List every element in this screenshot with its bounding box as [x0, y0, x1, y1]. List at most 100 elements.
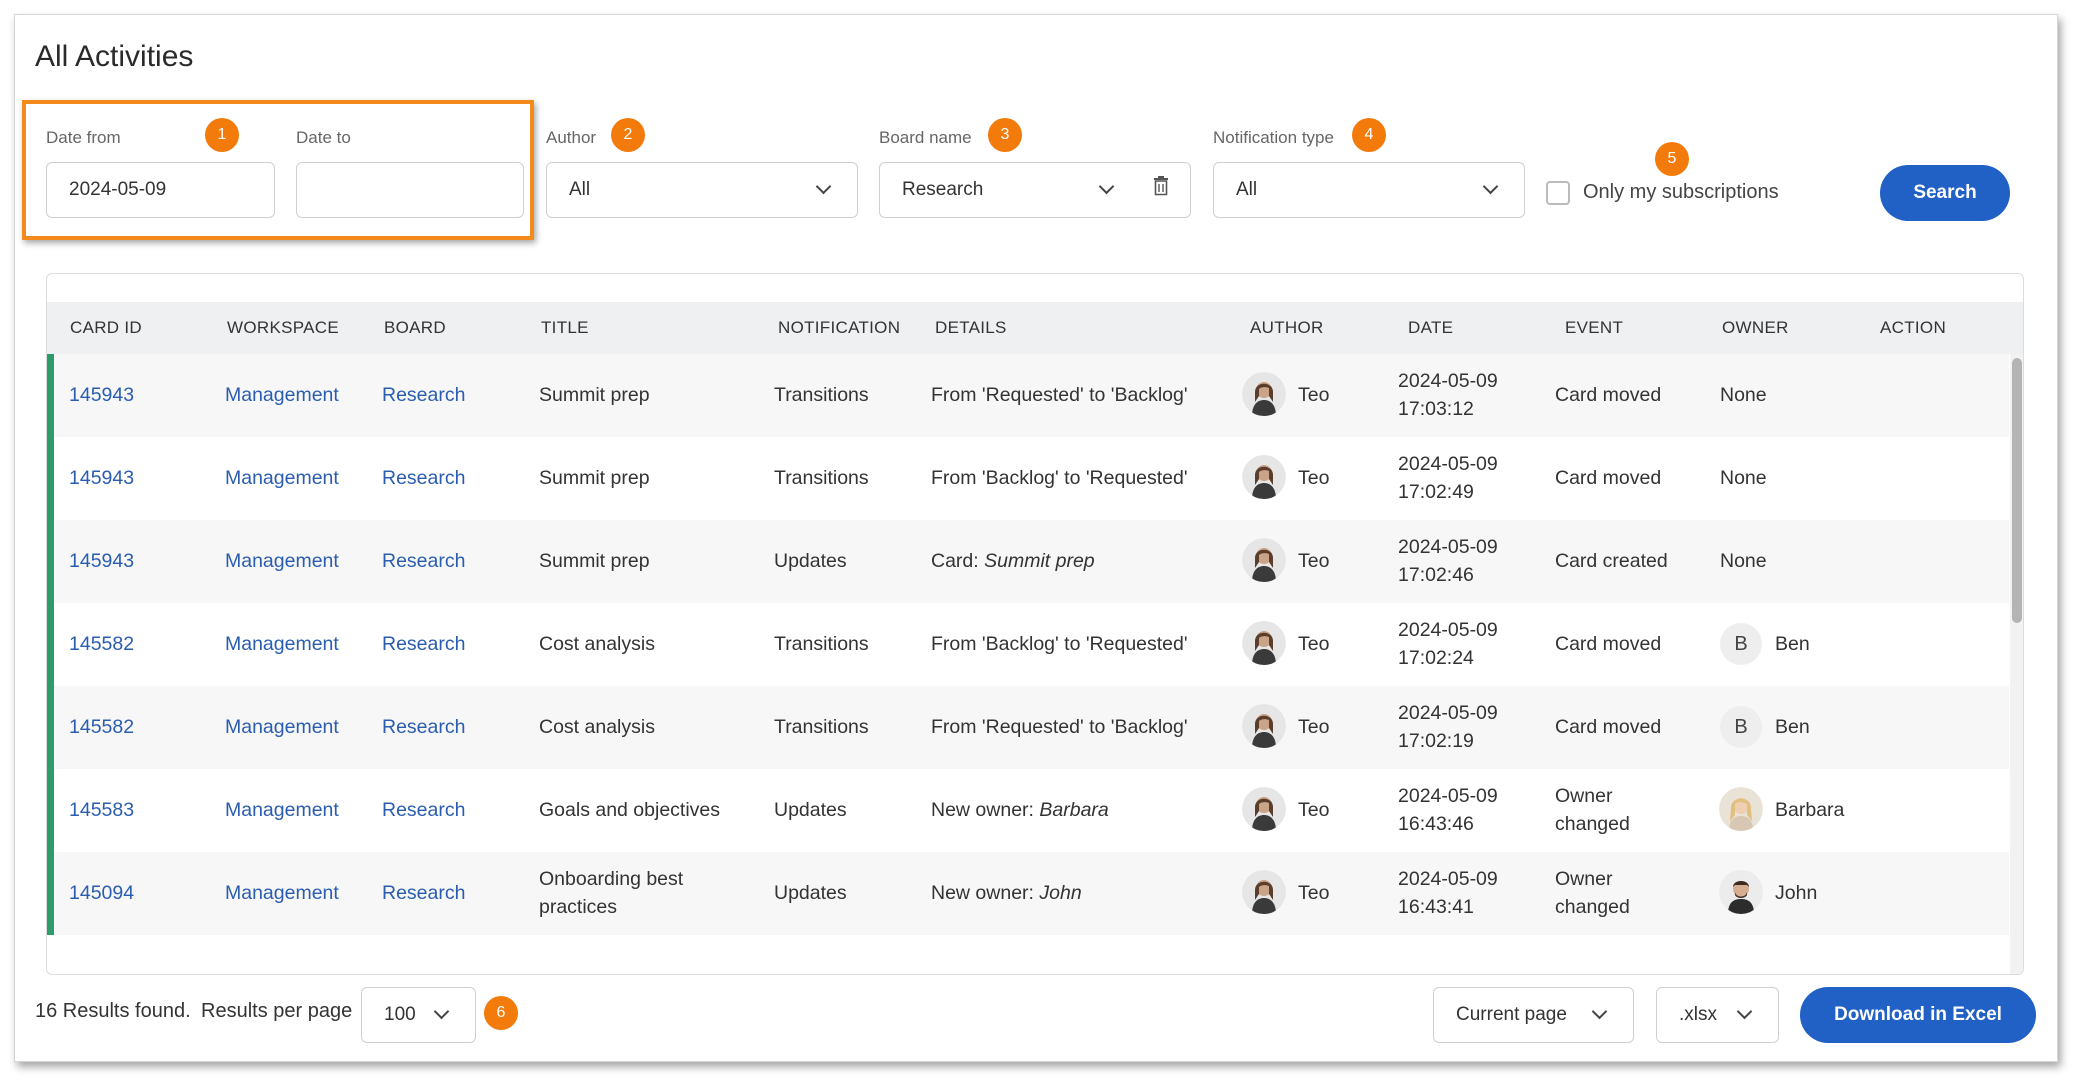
date-to-input[interactable]: [296, 162, 524, 218]
event-line: Card moved: [1555, 633, 1662, 655]
workspace-link[interactable]: Management: [225, 547, 339, 575]
col-notification: NOTIFICATION: [778, 318, 901, 337]
date-from-input[interactable]: 2024-05-09: [46, 162, 275, 218]
chevron-down-icon: [1482, 178, 1499, 195]
activity-date: 2024-05-09 17:03:12: [1398, 367, 1498, 423]
board-link[interactable]: Research: [382, 547, 465, 575]
board-link[interactable]: Research: [382, 630, 465, 658]
date-line: 2024-05-09: [1398, 619, 1498, 641]
trash-icon[interactable]: [1153, 176, 1169, 196]
col-event: EVENT: [1565, 318, 1624, 337]
board-name-label: Board name: [879, 128, 972, 147]
search-button[interactable]: Search: [1880, 165, 2010, 221]
card-id-link[interactable]: 145943: [69, 547, 134, 575]
export-scope-select[interactable]: Current page: [1433, 987, 1634, 1043]
card-id-link[interactable]: 145943: [69, 464, 134, 492]
date-from-label: Date from: [46, 128, 121, 147]
board-link[interactable]: Research: [382, 879, 465, 907]
export-format-select[interactable]: .xlsx: [1656, 987, 1779, 1043]
notification-type-select-value: All: [1236, 179, 1258, 200]
event-line: Card created: [1555, 550, 1668, 572]
results-per-page-select[interactable]: 100: [361, 987, 476, 1043]
details-text: From 'Requested' to 'Backlog': [931, 716, 1188, 738]
col-date: DATE: [1408, 318, 1454, 337]
table-row[interactable]: 145094 Management Research Onboarding best p…: [47, 852, 2009, 935]
table-row[interactable]: 145943 Management Research Summit prep Updat…: [47, 520, 2009, 603]
board-link[interactable]: Research: [382, 796, 465, 824]
details: From 'Requested' to 'Backlog': [931, 713, 1188, 741]
owner-name: Ben: [1775, 716, 1810, 738]
details-text: New owner:: [931, 882, 1040, 904]
col-details: DETAILS: [935, 318, 1007, 337]
date-to-label: Date to: [296, 128, 351, 147]
date-line: 2024-05-09: [1398, 453, 1498, 475]
board-link[interactable]: Research: [382, 713, 465, 741]
workspace-link[interactable]: Management: [225, 879, 339, 907]
workspace-link[interactable]: Management: [225, 381, 339, 409]
export-scope-value: Current page: [1456, 1004, 1567, 1025]
workspace-link[interactable]: Management: [225, 464, 339, 492]
card-id-link[interactable]: 145582: [69, 713, 134, 741]
card-title-line: Summit prep: [539, 550, 650, 572]
author-avatar: [1242, 870, 1286, 914]
card-title-line: Goals and objectives: [539, 799, 721, 821]
board-name-select[interactable]: Research: [879, 162, 1191, 218]
workspace-link[interactable]: Management: [225, 713, 339, 741]
notification-type-select[interactable]: All: [1213, 162, 1525, 218]
table-row[interactable]: 145582 Management Research Cost analysis Tra…: [47, 603, 2009, 686]
author-select[interactable]: All: [546, 162, 858, 218]
details-text: From 'Backlog' to 'Requested': [931, 633, 1188, 655]
author-name: Teo: [1298, 716, 1330, 738]
card-title-line: Summit prep: [539, 467, 650, 489]
details-text: From 'Requested' to 'Backlog': [931, 384, 1188, 406]
event-line: changed: [1555, 813, 1630, 835]
details-emphasis: Summit prep: [984, 550, 1095, 572]
vertical-scrollbar[interactable]: [2010, 354, 2023, 974]
card-id-link[interactable]: 145943: [69, 381, 134, 409]
scrollbar-thumb[interactable]: [2012, 358, 2022, 623]
author-name: Teo: [1298, 467, 1330, 489]
results-count: 16 Results found.: [35, 1000, 191, 1022]
workspace-link[interactable]: Management: [225, 796, 339, 824]
details-emphasis: John: [1039, 882, 1082, 904]
time-line: 17:02:49: [1398, 481, 1474, 503]
activity-date: 2024-05-09 16:43:41: [1398, 865, 1498, 921]
card-title: Onboarding best practices: [539, 865, 683, 921]
workspace-link[interactable]: Management: [225, 630, 339, 658]
col-card-id: CARD ID: [70, 318, 142, 337]
only-subscriptions-label[interactable]: Only my subscriptions: [1583, 181, 1779, 204]
table-row[interactable]: 145943 Management Research Summit prep Trans…: [47, 354, 2009, 437]
row-accent-bar: [47, 437, 54, 520]
event-line: Card moved: [1555, 716, 1662, 738]
card-id-link[interactable]: 145582: [69, 630, 134, 658]
card-id-link[interactable]: 145094: [69, 879, 134, 907]
card-id-link[interactable]: 145583: [69, 796, 134, 824]
time-line: 16:43:46: [1398, 813, 1474, 835]
badge-2: 2: [611, 118, 645, 152]
badge-4: 4: [1352, 118, 1386, 152]
col-title: TITLE: [541, 318, 589, 337]
board-link[interactable]: Research: [382, 381, 465, 409]
activity-date: 2024-05-09 17:02:24: [1398, 616, 1498, 672]
results-per-page-label: Results per page: [201, 1000, 353, 1022]
table-row[interactable]: 145582 Management Research Cost analysis Tra…: [47, 686, 2009, 769]
owner-name: Ben: [1775, 633, 1810, 655]
author-name: Teo: [1298, 550, 1330, 572]
event: Owner changed: [1555, 782, 1630, 838]
author-avatar: [1242, 538, 1286, 582]
table-row[interactable]: 145583 Management Research Goals and object…: [47, 769, 2009, 852]
card-title: Summit prep: [539, 547, 650, 575]
board-link[interactable]: Research: [382, 464, 465, 492]
event: Card moved: [1555, 381, 1661, 409]
card-title: Summit prep: [539, 464, 650, 492]
row-accent-bar: [47, 520, 54, 603]
event-line: Owner: [1555, 868, 1613, 890]
only-subscriptions-checkbox[interactable]: [1546, 181, 1570, 205]
table-row[interactable]: 145943 Management Research Summit prep Trans…: [47, 437, 2009, 520]
badge-5: 5: [1655, 142, 1689, 176]
badge-3: 3: [988, 118, 1022, 152]
card-title: Cost analysis: [539, 713, 655, 741]
download-excel-button[interactable]: Download in Excel: [1800, 987, 2036, 1043]
details: From 'Backlog' to 'Requested': [931, 630, 1188, 658]
badge-6: 6: [484, 996, 518, 1030]
